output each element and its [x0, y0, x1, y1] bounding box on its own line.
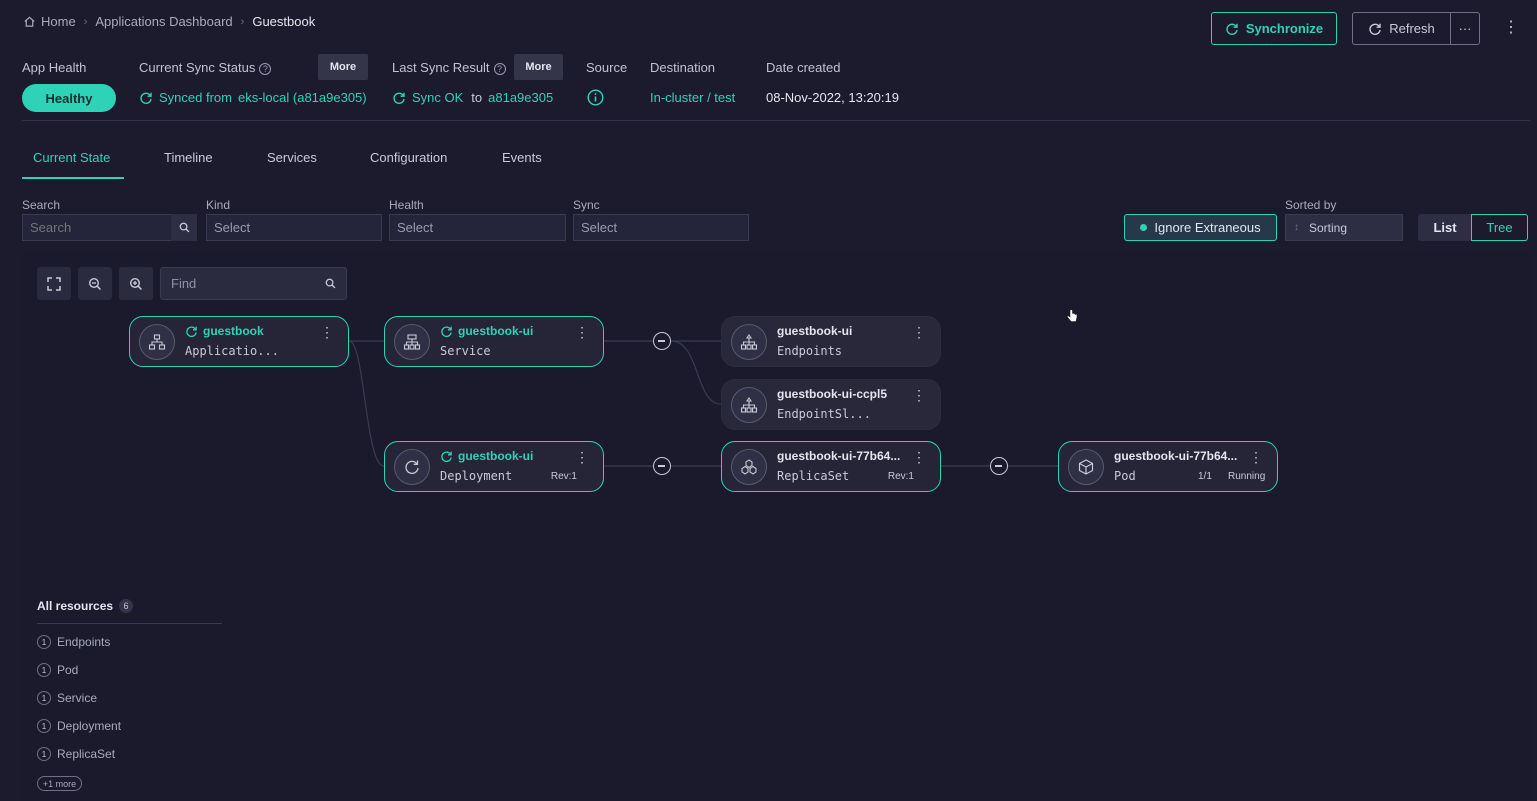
synced-icon	[186, 325, 197, 337]
tree-node-application[interactable]: guestbook Applicatio... ⋮	[129, 316, 349, 367]
node-menu-kebab-icon[interactable]: ⋮	[575, 449, 589, 466]
resource-item-pod[interactable]: 1 Pod	[37, 663, 78, 677]
node-name-text: guestbook-ui	[458, 324, 534, 338]
tree-node-endpoints[interactable]: guestbook-ui Endpoints ⋮	[721, 316, 941, 367]
resources-divider	[37, 623, 222, 624]
service-icon	[394, 324, 430, 360]
node-menu-kebab-icon[interactable]: ⋮	[912, 324, 926, 341]
resource-label: Deployment	[57, 719, 122, 733]
endpointslice-icon	[731, 387, 767, 423]
node-name: guestbook	[185, 324, 264, 338]
node-name: guestbook-ui	[777, 324, 853, 338]
resource-label: Service	[57, 691, 98, 705]
search-icon	[325, 278, 336, 289]
resource-count: 1	[37, 719, 51, 733]
synced-icon	[441, 450, 452, 462]
resource-label: Pod	[57, 663, 79, 677]
replicaset-icon	[731, 449, 767, 485]
node-name: guestbook-ui	[440, 449, 533, 463]
application-icon	[139, 324, 175, 360]
node-kind: Service	[440, 344, 491, 358]
endpoints-icon	[731, 324, 767, 360]
node-name: guestbook-ui	[440, 324, 533, 338]
resource-label: ReplicaSet	[57, 747, 116, 761]
resource-item-service[interactable]: 1 Service	[37, 691, 97, 705]
zoom-out-button[interactable]	[78, 267, 112, 300]
node-menu-kebab-icon[interactable]: ⋮	[912, 387, 926, 404]
all-resources-count: 6	[119, 599, 134, 613]
all-resources-title: All resources 6	[37, 599, 134, 613]
hand-cursor-icon	[1066, 309, 1078, 322]
node-kind: Pod	[1114, 469, 1136, 483]
pod-status: Running	[1228, 471, 1266, 482]
node-menu-kebab-icon[interactable]: ⋮	[1249, 449, 1263, 466]
resource-count: 1	[37, 747, 51, 761]
deployment-icon	[394, 449, 430, 485]
tree-node-replicaset[interactable]: guestbook-ui-77b64... ReplicaSet Rev:1 ⋮	[721, 441, 941, 492]
node-kind: Deployment	[440, 469, 513, 483]
resource-count: 1	[37, 663, 51, 677]
zoom-in-button[interactable]	[119, 267, 153, 300]
node-name: guestbook-ui-ccpl5	[777, 387, 888, 401]
node-menu-kebab-icon[interactable]: ⋮	[320, 324, 334, 341]
synced-icon	[441, 325, 452, 337]
fit-view-button[interactable]	[37, 267, 71, 300]
resource-item-replicaset[interactable]: 1 ReplicaSet	[37, 747, 115, 761]
resource-label: Endpoints	[57, 635, 111, 649]
resource-count: 1	[37, 635, 51, 649]
node-name-text: guestbook-ui	[458, 449, 534, 463]
all-resources-label: All resources	[37, 599, 114, 613]
node-name-text: guestbook	[203, 324, 264, 338]
node-kind: ReplicaSet	[777, 469, 850, 483]
pod-icon	[1068, 449, 1104, 485]
node-menu-kebab-icon[interactable]: ⋮	[575, 324, 589, 341]
node-revision: Rev:1	[550, 471, 577, 482]
show-more-resources-button[interactable]: +1 more	[37, 776, 82, 791]
node-revision: Rev:1	[887, 471, 914, 482]
collapse-group-icon[interactable]	[653, 332, 671, 350]
pod-ready-count: 1/1	[1198, 471, 1212, 482]
tree-node-deployment[interactable]: guestbook-ui Deployment Rev:1 ⋮	[384, 441, 604, 492]
resource-item-deployment[interactable]: 1 Deployment	[37, 719, 121, 733]
node-kind: Applicatio...	[185, 344, 279, 358]
tree-node-endpointslice[interactable]: guestbook-ui-ccpl5 EndpointSl... ⋮	[721, 379, 941, 430]
tree-node-service[interactable]: guestbook-ui Service ⋮	[384, 316, 604, 367]
collapse-group-icon[interactable]	[990, 457, 1008, 475]
resource-count: 1	[37, 691, 51, 705]
collapse-group-icon[interactable]	[653, 457, 671, 475]
zoom-in-icon	[129, 277, 143, 290]
find-placeholder: Find	[171, 276, 197, 291]
node-kind: EndpointSl...	[777, 407, 871, 421]
zoom-out-icon	[88, 277, 102, 290]
node-name: guestbook-ui-77b64...	[1114, 449, 1238, 463]
tree-node-pod[interactable]: guestbook-ui-77b64... Pod 1/1 Running ⋮	[1058, 441, 1278, 492]
find-input[interactable]: Find	[160, 267, 347, 300]
node-name: guestbook-ui-77b64...	[777, 449, 901, 463]
resource-item-endpoints[interactable]: 1 Endpoints	[37, 635, 110, 649]
node-kind: Endpoints	[777, 344, 843, 358]
fullscreen-icon	[47, 276, 61, 291]
node-menu-kebab-icon[interactable]: ⋮	[912, 449, 926, 466]
